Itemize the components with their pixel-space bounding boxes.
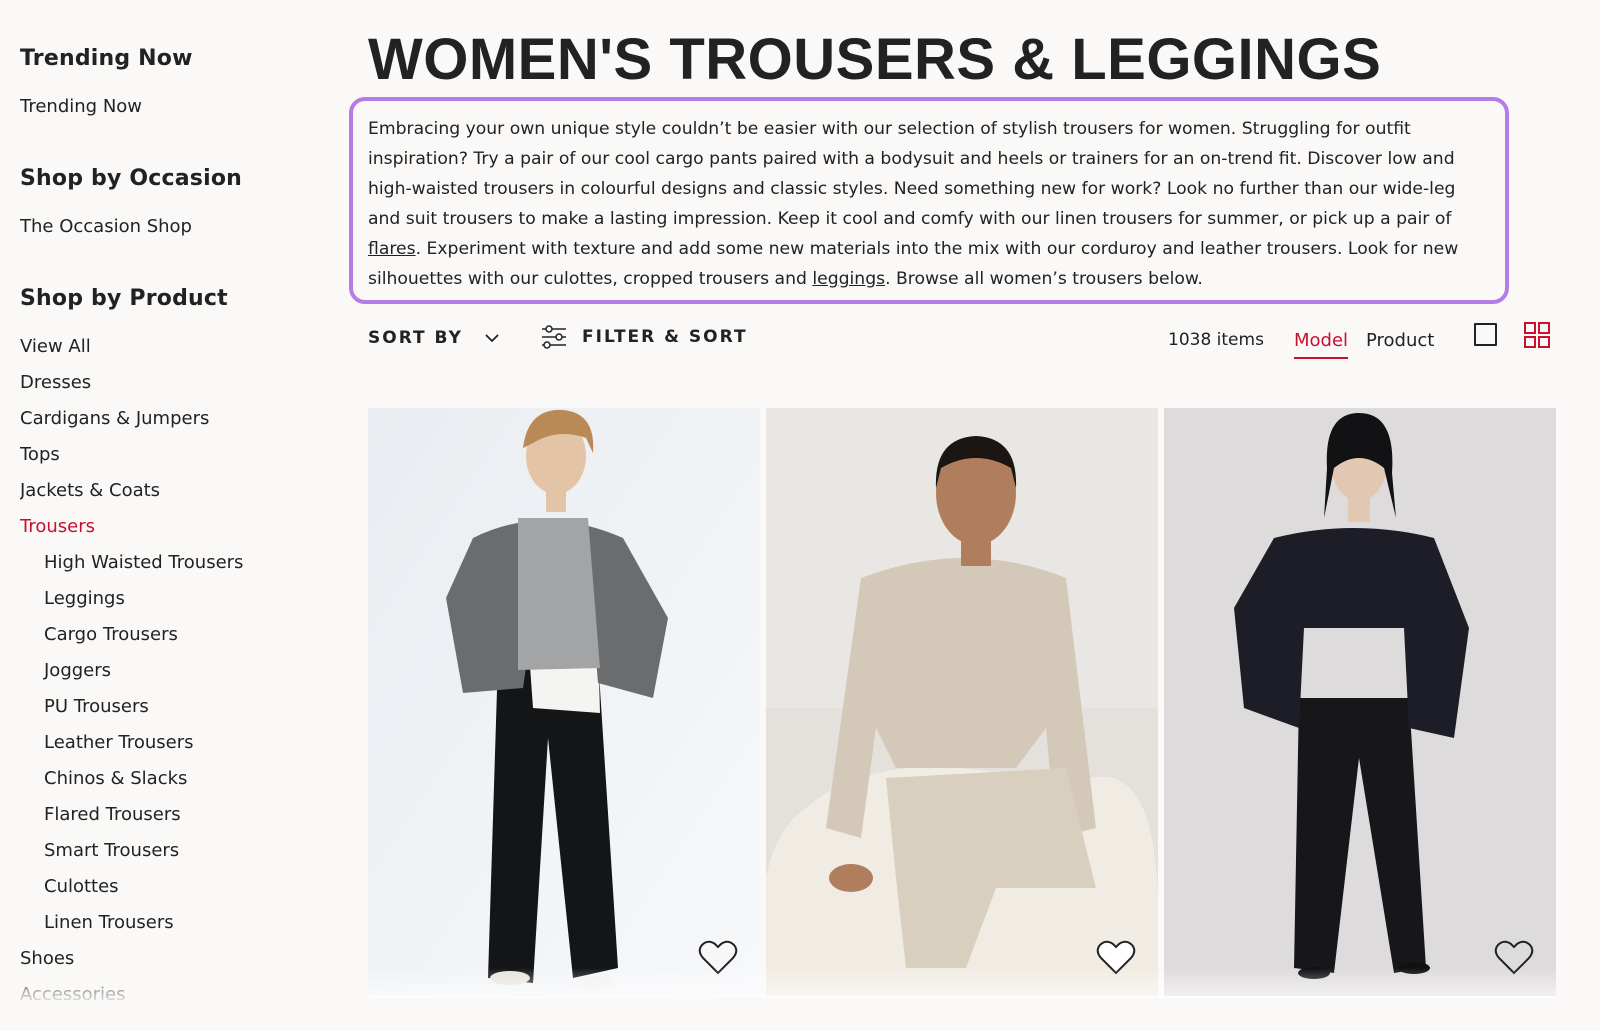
sidebar-item-dresses[interactable]: Dresses (20, 372, 91, 393)
product-card[interactable] (368, 408, 760, 996)
sidebar-heading-product: Shop by Product (20, 286, 228, 311)
sidebar-heading-trending: Trending Now (20, 46, 193, 71)
heart-icon[interactable] (1096, 940, 1136, 976)
sidebar-subitem-linen[interactable]: Linen Trousers (44, 912, 174, 933)
sidebar-subitem-cargo[interactable]: Cargo Trousers (44, 624, 178, 645)
sidebar-subitem-leather[interactable]: Leather Trousers (44, 732, 193, 753)
sidebar-subitem-smart[interactable]: Smart Trousers (44, 840, 179, 861)
sidebar-item-cardigans-jumpers[interactable]: Cardigans & Jumpers (20, 408, 209, 429)
product-image (766, 408, 1158, 996)
flares-link[interactable]: flares (368, 239, 416, 259)
product-image (1164, 408, 1556, 996)
view-toggle-model[interactable]: Model (1294, 330, 1349, 359)
sidebar-item-view-all[interactable]: View All (20, 336, 91, 357)
sidebar-item-trousers[interactable]: Trousers (20, 516, 95, 537)
sidebar-subitem-high-waisted[interactable]: High Waisted Trousers (44, 552, 243, 573)
filter-sort-button[interactable]: FILTER & SORT (540, 324, 748, 350)
sidebar-subitem-joggers[interactable]: Joggers (44, 660, 111, 681)
sidebar-heading-occasion: Shop by Occasion (20, 166, 243, 191)
product-grid (368, 408, 1556, 998)
category-description-highlight: Embracing your own unique style couldn’t… (349, 97, 1509, 304)
filter-sort-label: FILTER & SORT (582, 327, 748, 347)
page-title: WOMEN'S TROUSERS & LEGGINGS (368, 27, 1382, 92)
sidebar-item-shoes[interactable]: Shoes (20, 948, 74, 969)
sort-by-button[interactable]: SORT BY (368, 328, 499, 348)
description-text-3: . Browse all women’s trousers below. (885, 269, 1203, 289)
category-description: Embracing your own unique style couldn’t… (368, 114, 1490, 294)
sidebar-item-occasion-shop[interactable]: The Occasion Shop (20, 216, 192, 237)
chevron-down-icon (485, 334, 499, 343)
sidebar-subitem-leggings[interactable]: Leggings (44, 588, 125, 609)
sidebar-subitem-flared[interactable]: Flared Trousers (44, 804, 181, 825)
item-count: 1038 items (1168, 330, 1264, 350)
heart-icon[interactable] (698, 940, 738, 976)
sidebar-subitem-pu[interactable]: PU Trousers (44, 696, 149, 717)
category-sidebar: Trending Now Trending Now Shop by Occasi… (20, 0, 340, 1031)
sliders-icon (542, 325, 566, 349)
sort-by-label: SORT BY (368, 328, 463, 348)
product-card[interactable] (1164, 408, 1556, 996)
grid-icon[interactable] (1524, 322, 1550, 348)
product-card[interactable] (766, 408, 1158, 996)
sidebar-item-trending-now[interactable]: Trending Now (20, 96, 142, 117)
listing-toolbar: SORT BY FILTER & SORT 1038 items Model P… (368, 322, 1558, 362)
leggings-link[interactable]: leggings (812, 269, 885, 289)
heart-icon[interactable] (1494, 940, 1534, 976)
sidebar-subitem-culottes[interactable]: Culottes (44, 876, 119, 897)
sidebar-item-tops[interactable]: Tops (20, 444, 60, 465)
square-icon[interactable] (1474, 323, 1497, 346)
sidebar-item-jackets-coats[interactable]: Jackets & Coats (20, 480, 160, 501)
sidebar-item-accessories[interactable]: Accessories (20, 984, 126, 1005)
sidebar-subitem-chinos[interactable]: Chinos & Slacks (44, 768, 187, 789)
view-toggle-product[interactable]: Product (1366, 330, 1434, 351)
product-image (368, 408, 760, 996)
description-text-1: Embracing your own unique style couldn’t… (368, 119, 1456, 229)
